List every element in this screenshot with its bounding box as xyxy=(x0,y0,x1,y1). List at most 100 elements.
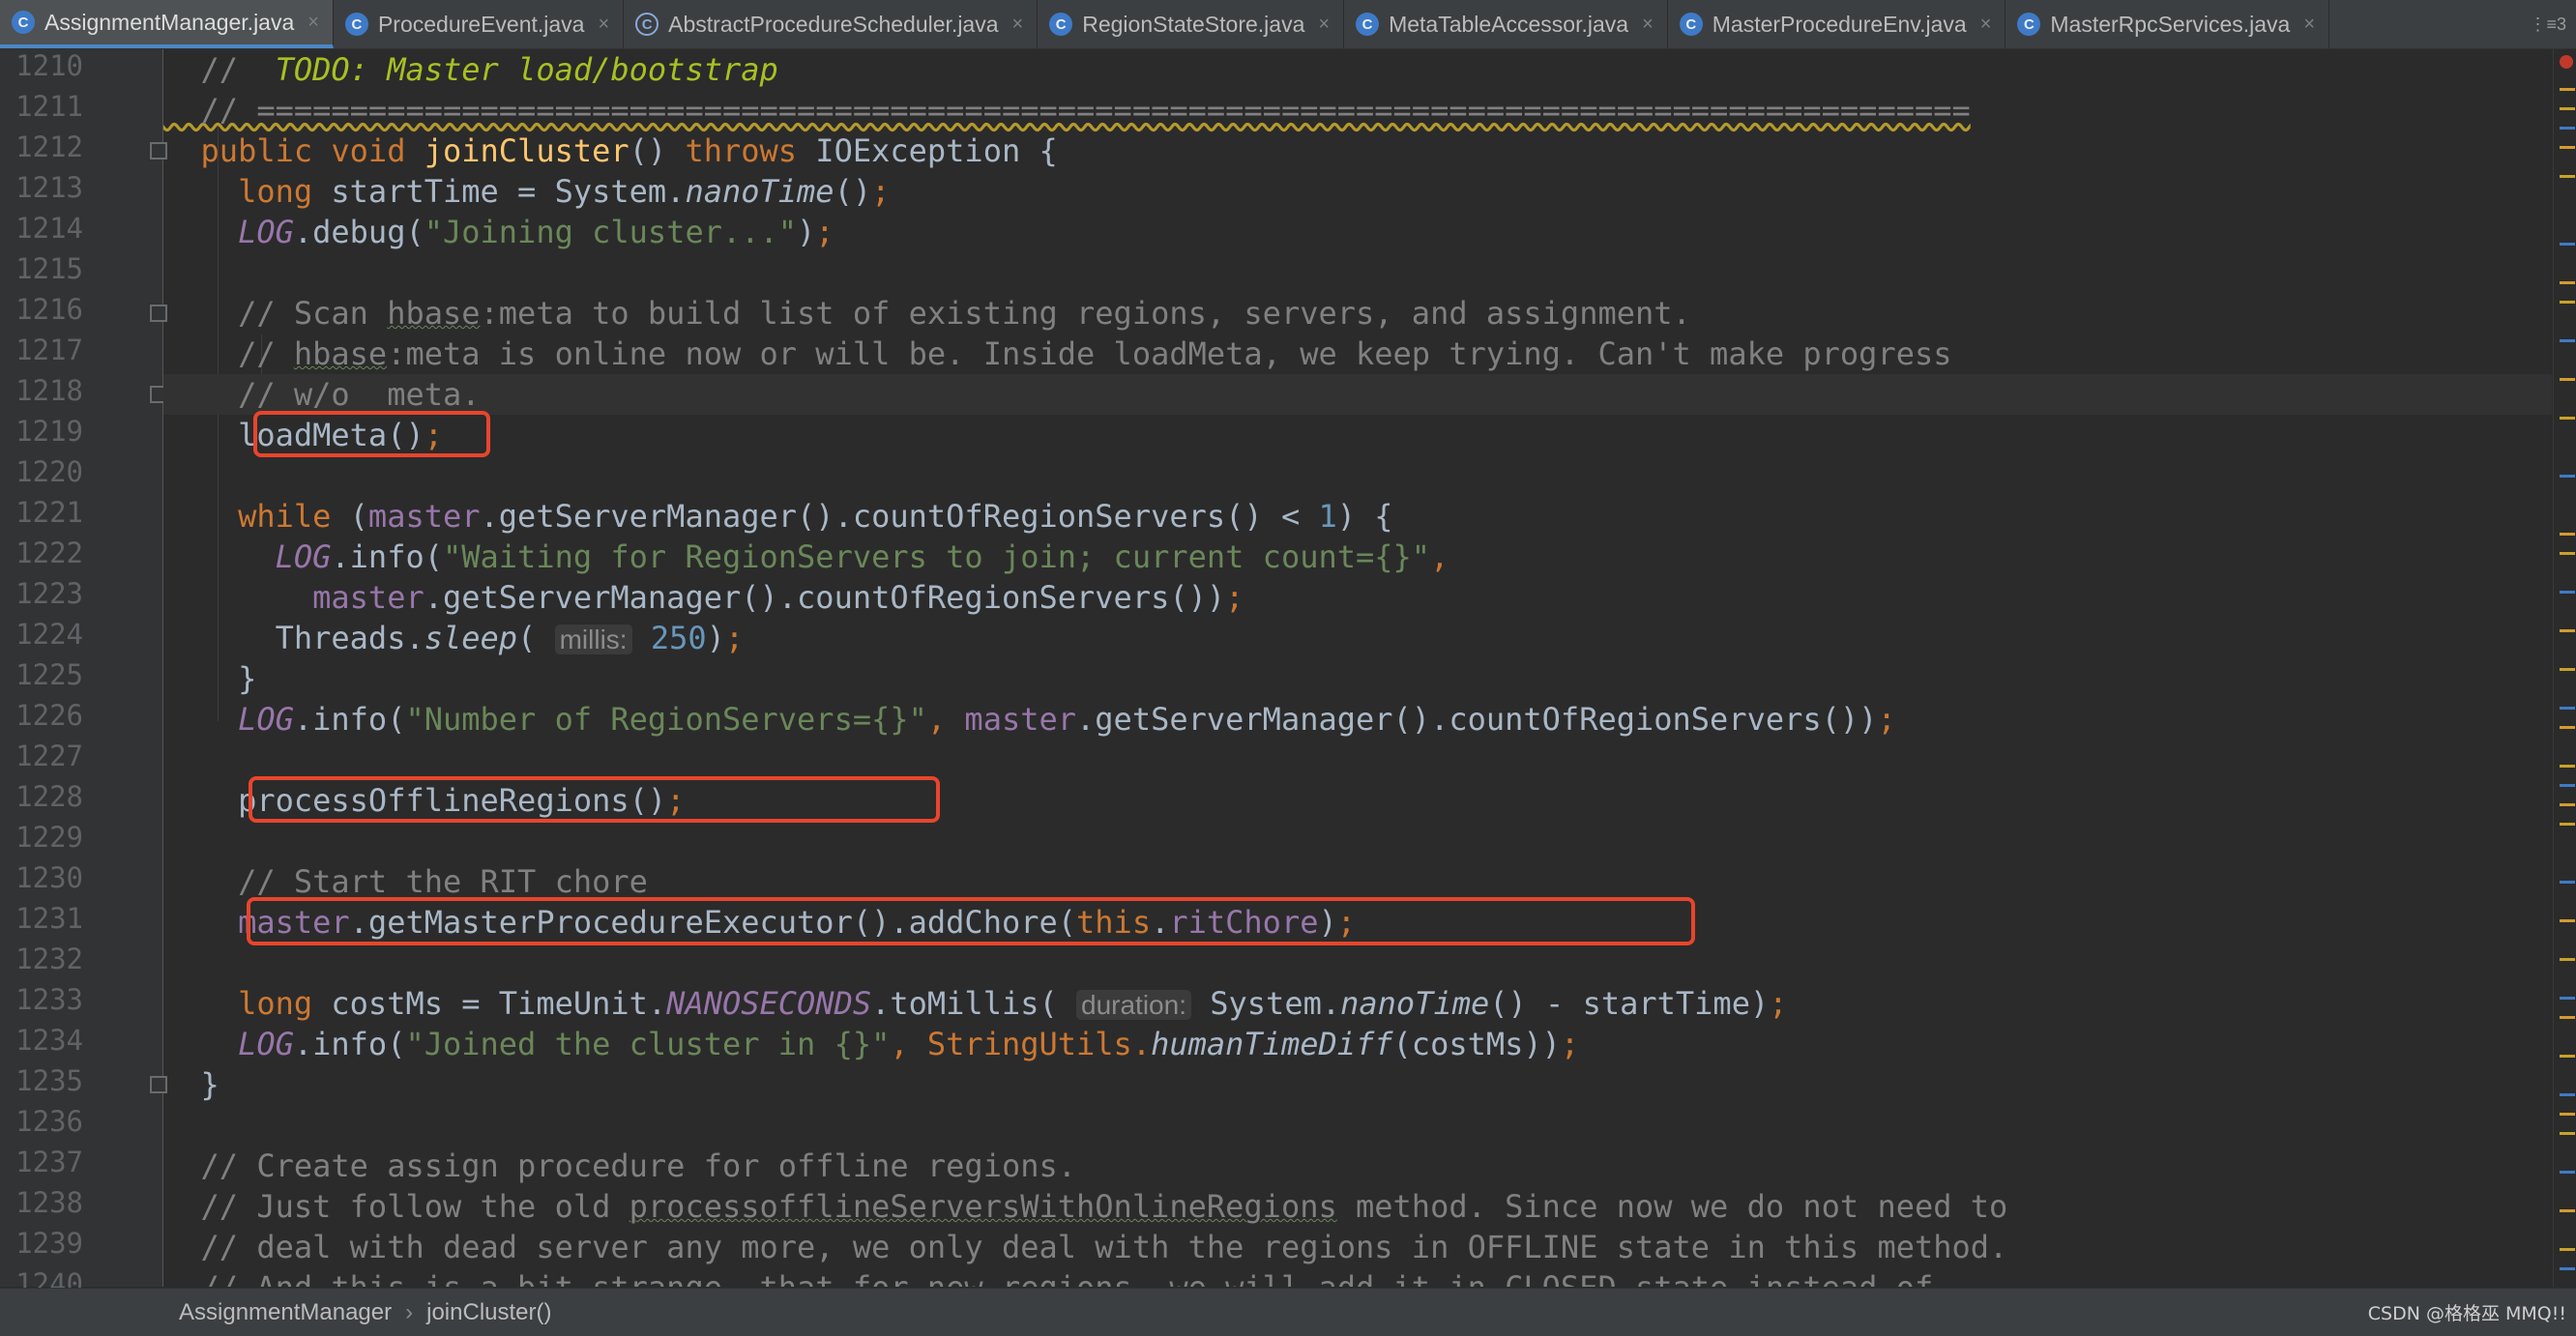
scroll-marker[interactable] xyxy=(2560,339,2575,342)
line-number[interactable]: 1238 xyxy=(0,1182,83,1223)
code-line-1221: while (master.getServerManager().countOf… xyxy=(163,498,1393,535)
line-number[interactable]: 1213 xyxy=(0,167,83,208)
line-number[interactable]: 1234 xyxy=(0,1020,83,1060)
line-number[interactable]: 1218 xyxy=(0,370,83,411)
class-icon: C xyxy=(1356,13,1380,36)
line-number[interactable]: 1214 xyxy=(0,208,83,248)
line-number[interactable]: 1232 xyxy=(0,939,83,979)
code-line-1234: LOG.info("Joined the cluster in {}", Str… xyxy=(163,1026,1580,1062)
scroll-marker[interactable] xyxy=(2560,1132,2575,1135)
line-number[interactable]: 1229 xyxy=(0,817,83,857)
line-number[interactable]: 1212 xyxy=(0,127,83,167)
scroll-marker[interactable] xyxy=(2560,146,2575,149)
line-number[interactable]: 1235 xyxy=(0,1060,83,1101)
scroll-marker[interactable] xyxy=(2560,707,2575,710)
line-number[interactable]: 1215 xyxy=(0,248,83,289)
scroll-marker[interactable] xyxy=(2560,591,2575,594)
line-number[interactable]: 1224 xyxy=(0,614,83,654)
error-indicator-icon[interactable] xyxy=(2560,55,2573,69)
tab-regionstatestore[interactable]: C RegionStateStore.java × xyxy=(1038,0,1345,48)
scroll-marker[interactable] xyxy=(2560,127,2575,130)
scroll-marker[interactable] xyxy=(2560,1267,2575,1270)
tab-procedureevent[interactable]: C ProcedureEvent.java × xyxy=(334,0,625,48)
tab-metatableaccessor[interactable]: C MetaTableAccessor.java × xyxy=(1344,0,1668,48)
scroll-marker[interactable] xyxy=(2560,726,2575,729)
line-number[interactable]: 1237 xyxy=(0,1142,83,1182)
close-icon[interactable]: × xyxy=(1980,14,1992,36)
line-number[interactable]: 1221 xyxy=(0,492,83,533)
line-number[interactable]: 1228 xyxy=(0,776,83,817)
scroll-marker[interactable] xyxy=(2560,997,2575,1000)
line-number[interactable]: 1233 xyxy=(0,979,83,1020)
parameter-hint: duration: xyxy=(1076,990,1191,1020)
scroll-marker[interactable] xyxy=(2560,301,2575,304)
code-line-1218: // w/o meta. xyxy=(163,374,2552,415)
scroll-marker[interactable] xyxy=(2560,881,2575,884)
scroll-marker[interactable] xyxy=(2560,281,2575,284)
scroll-marker[interactable] xyxy=(2560,823,2575,826)
line-number[interactable]: 1217 xyxy=(0,330,83,370)
scroll-marker[interactable] xyxy=(2560,88,2575,91)
scroll-marker[interactable] xyxy=(2560,417,2575,420)
line-number[interactable]: 1219 xyxy=(0,411,83,451)
line-number[interactable]: 1236 xyxy=(0,1101,83,1142)
line-number[interactable]: 1220 xyxy=(0,451,83,492)
scroll-marker[interactable] xyxy=(2560,552,2575,555)
line-number[interactable]: 1222 xyxy=(0,533,83,573)
close-icon[interactable]: × xyxy=(1012,14,1024,36)
breadcrumb-class[interactable]: AssignmentManager xyxy=(179,1299,392,1326)
line-number[interactable]: 1239 xyxy=(0,1223,83,1263)
tab-label: MetaTableAccessor.java xyxy=(1389,11,1629,37)
scroll-marker[interactable] xyxy=(2560,919,2575,922)
close-icon[interactable]: × xyxy=(1642,14,1654,36)
scroll-marker[interactable] xyxy=(2560,533,2575,536)
tab-overflow-icon[interactable]: ⋮≡3 xyxy=(2519,0,2576,48)
line-number[interactable]: 1230 xyxy=(0,857,83,898)
code-line-1211: // =====================================… xyxy=(163,92,1971,129)
code-line-1210: // TODO: Master load/bootstrap xyxy=(163,51,778,88)
code-line-1224: Threads.sleep( millis: 250); xyxy=(163,620,745,656)
breadcrumb-method[interactable]: joinCluster() xyxy=(426,1299,551,1326)
close-icon[interactable]: × xyxy=(2303,14,2315,36)
scroll-marker[interactable] xyxy=(2560,1248,2575,1251)
scroll-marker[interactable] xyxy=(2560,175,2575,178)
tab-assignmentmanager[interactable]: C AssignmentManager.java × xyxy=(0,0,334,48)
scroll-marker[interactable] xyxy=(2560,378,2575,381)
highlight-box-processofflineregions xyxy=(249,776,940,823)
scroll-marker[interactable] xyxy=(2560,1209,2575,1212)
code-editor[interactable]: // TODO: Master load/bootstrap // ======… xyxy=(163,49,2552,1287)
tab-abstractprocedurescheduler[interactable]: C AbstractProcedureScheduler.java × xyxy=(624,0,1039,48)
close-icon[interactable]: × xyxy=(598,14,609,36)
error-stripe-scrollbar[interactable] xyxy=(2553,49,2576,1287)
line-number[interactable]: 1227 xyxy=(0,736,83,776)
line-number[interactable]: 1216 xyxy=(0,289,83,330)
line-number[interactable]: 1211 xyxy=(0,86,83,127)
scroll-marker[interactable] xyxy=(2560,803,2575,806)
line-number[interactable]: 1210 xyxy=(0,45,83,86)
scroll-marker[interactable] xyxy=(2560,629,2575,632)
scroll-marker[interactable] xyxy=(2560,668,2575,671)
scroll-marker[interactable] xyxy=(2560,1171,2575,1174)
scroll-marker[interactable] xyxy=(2560,1055,2575,1058)
scroll-marker[interactable] xyxy=(2560,1093,2575,1096)
code-line-1217: // hbase:meta is online now or will be. … xyxy=(163,335,1952,372)
scroll-marker[interactable] xyxy=(2560,1113,2575,1116)
line-number[interactable]: 1225 xyxy=(0,654,83,695)
scroll-marker[interactable] xyxy=(2560,107,2575,110)
scroll-marker[interactable] xyxy=(2560,243,2575,246)
scroll-marker[interactable] xyxy=(2560,784,2575,787)
scroll-marker[interactable] xyxy=(2560,1016,2575,1019)
tab-masterrpcservices[interactable]: C MasterRpcServices.java × xyxy=(2005,0,2330,48)
close-icon[interactable]: × xyxy=(307,12,319,34)
line-number[interactable]: 1231 xyxy=(0,898,83,939)
tab-masterprocedureenv[interactable]: C MasterProcedureEnv.java × xyxy=(1668,0,2006,48)
line-number[interactable]: 1223 xyxy=(0,573,83,614)
close-icon[interactable]: × xyxy=(1318,14,1330,36)
scroll-marker[interactable] xyxy=(2560,475,2575,478)
scroll-marker[interactable] xyxy=(2560,958,2575,961)
scroll-marker[interactable] xyxy=(2560,765,2575,768)
line-number[interactable]: 1226 xyxy=(0,695,83,736)
code-line-1225: } xyxy=(163,660,257,697)
